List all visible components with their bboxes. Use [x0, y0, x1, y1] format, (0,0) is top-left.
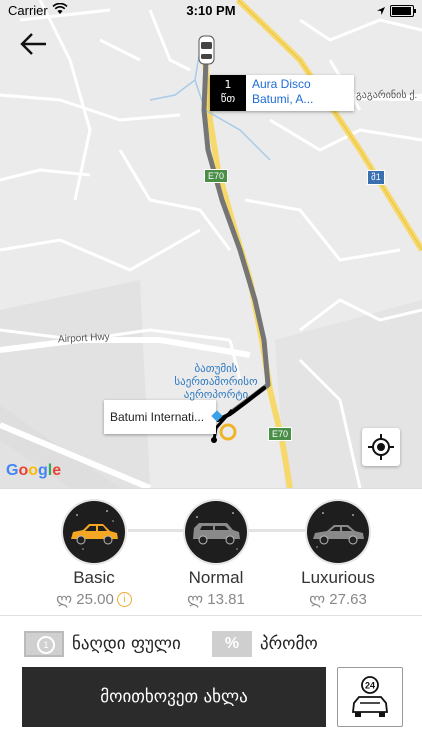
pickup-eta: 1 წთ [210, 75, 246, 111]
order-now-button[interactable]: მოითხოვეთ ახლა [22, 667, 326, 727]
car-name-basic: Basic [73, 568, 115, 587]
cash-label: ნაღდი ფული [72, 634, 181, 654]
promo-option[interactable]: % პრომო [212, 629, 318, 659]
car-normal-icon [185, 501, 247, 563]
cash-coin: 1 [37, 636, 55, 654]
eta-number: 1 [224, 78, 232, 91]
car-name-luxurious: Luxurious [301, 568, 375, 587]
cash-icon: 1 [24, 631, 64, 657]
car-option-normal[interactable]: Normal ლ 13.81 [156, 497, 276, 608]
car-price-normal: ლ 13.81 [187, 591, 245, 608]
car-option-basic[interactable]: Basic ლ 25.00 i [34, 497, 154, 608]
panel-divider [0, 615, 422, 616]
car-option-luxurious[interactable]: Luxurious ლ 27.63 [278, 497, 398, 608]
schedule-badge: 24 [365, 681, 375, 691]
ride-options-panel: Basic ლ 25.00 i Normal ლ 13.81 Luxurious… [0, 488, 422, 751]
info-icon[interactable]: i [116, 592, 132, 607]
route-shield-right: მ1 [367, 170, 385, 185]
eta-unit: წთ [220, 92, 236, 105]
pickup-place: Aura Disco Batumi, A... [252, 77, 314, 106]
locate-me-button[interactable] [362, 428, 400, 466]
car-price-basic: ლ 25.00 i [34, 590, 154, 608]
clock: 3:10 PM [186, 3, 236, 18]
back-button[interactable] [18, 30, 50, 58]
e70-shield-bottom: E70 [268, 427, 293, 441]
status-bar: Carrier 3:10 PM [0, 0, 422, 22]
destination-tooltip[interactable]: Batumi Internati... [104, 400, 216, 434]
back-arrow-icon [20, 33, 46, 55]
e70-shield-top: E70 [204, 169, 229, 183]
car-basic-icon [63, 501, 125, 563]
car-marker-icon [198, 35, 215, 65]
airport-map-label: ბათუმის საერთაშორისო აეროპორტი [174, 362, 258, 401]
car-price-luxurious: ლ 27.63 [309, 591, 367, 608]
schedule-ride-button[interactable]: 24 [337, 667, 403, 727]
street-label: გაგარინის ქ. [356, 90, 418, 101]
promo-label: პრომო [260, 634, 318, 654]
promo-icon: % [212, 631, 252, 657]
car-24h-icon: 24 [351, 676, 389, 717]
cash-payment-option[interactable]: 1 ნაღდი ფული [24, 629, 181, 659]
map-view[interactable]: 1 წთ Aura Disco Batumi, A... Batumi Inte… [0, 0, 422, 488]
car-luxurious-icon [307, 501, 369, 563]
crosshair-icon [368, 434, 394, 460]
location-arrow-icon [376, 4, 386, 19]
battery-icon [390, 5, 416, 17]
car-name-normal: Normal [188, 568, 244, 587]
price-value: ლ 25.00 [56, 591, 114, 608]
pickup-tooltip[interactable]: 1 წთ Aura Disco Batumi, A... [210, 75, 354, 111]
google-logo: Google [6, 462, 62, 479]
